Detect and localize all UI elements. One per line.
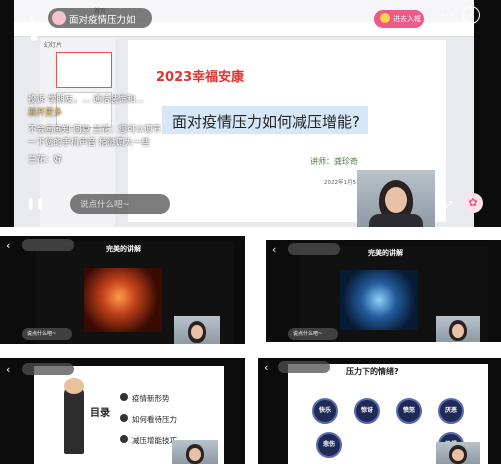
pane-label: 幻灯片 [44,42,63,49]
slide-title: 压力下的情绪? [346,367,399,376]
presenter-camera [172,440,218,464]
agenda-item: 减压增能技巧 [120,430,177,451]
speaker-name: 讲师：龚珍奇 [310,157,358,166]
emotion-circle: 厌恶 [438,398,464,424]
slide-title: 面对疫情压力如何减压增能? [172,113,360,131]
title-box: 面对疫情压力如何减压增能? [162,106,368,134]
agenda-item: 如何看待压力 [120,409,177,430]
presenter-camera [174,316,220,344]
room-header[interactable] [22,363,74,375]
back-arrow-icon[interactable]: ‹ [6,364,10,375]
emotion-circle: 惊讶 [354,398,380,424]
comment-input[interactable]: 说点什么吧~ [22,328,72,340]
slide-heading: 2023幸福安康 [156,70,245,85]
virus-image [340,270,418,330]
emotion-circle: 快乐 [312,398,338,424]
close-icon[interactable]: × [462,6,480,24]
comment-placeholder: 说点什么吧~ [27,331,57,337]
room-title: 面对疫情压力如 [69,15,136,26]
comment-input[interactable]: 说点什么吧~ [70,194,170,214]
comment-placeholder: 说点什么吧~ [80,200,130,210]
emotion-circle: 悲伤 [316,432,342,458]
avatar [52,11,66,25]
chat-text: 学朋友，… 通话装饰和… [47,95,144,105]
chat-message: 投诉 学朋友，… 通话装饰和… [28,94,168,107]
room-header[interactable]: 面对疫情压力如 [48,8,152,28]
crown-icon [380,13,390,23]
slide-date: 2022年1月5日 [324,180,362,186]
presenter-figure [64,384,84,454]
emotion-circle: 愤怒 [396,398,422,424]
agenda-list: 疫情新形势 如何看待压力 减压增能技巧 [120,388,177,451]
room-header[interactable] [278,361,330,373]
chat-user: 不会画画知 [28,125,71,135]
presenter-camera [436,316,480,342]
comment-placeholder: 说点什么吧~ [293,331,323,337]
room-header[interactable] [288,243,340,255]
chat-message: 兰花：好 [28,155,63,165]
presenter-camera [436,442,480,464]
section-label: 目录 [90,408,110,419]
back-arrow-icon[interactable]: ‹ [264,362,268,373]
room-header[interactable] [22,239,74,251]
slide-thumb-selected[interactable] [56,52,112,88]
thumbnail-2: 完美的讲解 ‹ 说点什么吧~ [266,240,501,342]
chat-text: 好 [53,155,63,165]
virus-image [84,268,162,332]
chat-message: 不会画画知 回复 兰花：您可以调节一下您的手机声音 稍微调大一些 [28,124,168,150]
share-icon[interactable]: ↗ [444,198,454,210]
thumbnail-3: 目录 疫情新形势 如何看待压力 减压增能技巧 ‹ [0,358,245,464]
main-live-view: 首页 幻灯片 2023幸福安康 面对疫情压力如何减压增能? 讲师：龚珍奇 202… [0,0,501,227]
more-icon[interactable]: ⋯ [440,8,454,22]
gift-icon[interactable]: ✿ [463,193,483,213]
thumbnail-4: 压力下的情绪? 快乐 惊讶 愤怒 厌恶 悲伤 恐惧 ‹ [258,358,501,464]
thumbnail-1: 完美的讲解 ‹ 说点什么吧~ [0,236,245,344]
pause-icon[interactable]: ❚❚ [26,198,44,209]
back-arrow-icon[interactable]: ‹ [272,244,276,255]
slide-title: 完美的讲解 [368,249,403,257]
expand-more[interactable]: 展开更多 [28,107,168,120]
enter-label: 进去入框 [393,15,421,23]
chat-list: 投诉 学朋友，… 通话装饰和… 展开更多 不会画画知 回复 兰花：您可以调节一下… [28,94,168,167]
chat-user: 兰花 [28,155,46,165]
comment-input[interactable]: 说点什么吧~ [288,328,338,340]
slide-title: 完美的讲解 [106,245,141,253]
chat-user: 投诉 [28,95,46,105]
enter-button[interactable]: 进去入框 [374,10,424,28]
presenter-camera [357,170,435,227]
agenda-item: 疫情新形势 [120,388,177,409]
location-icon: ● [30,33,38,43]
back-arrow-icon[interactable]: ‹ [6,240,10,251]
back-arrow-icon[interactable]: ‹ [28,10,34,26]
